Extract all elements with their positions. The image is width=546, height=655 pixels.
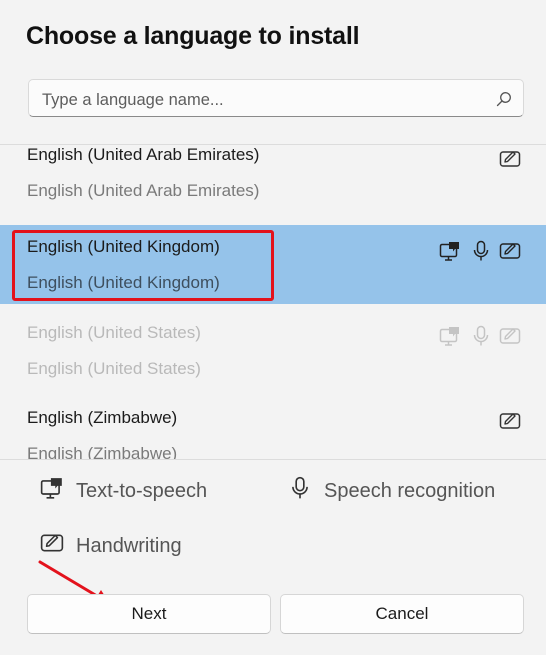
language-list: English (United Arab Emirates) English (… [0,145,546,459]
language-name: English (United States) [27,323,201,342]
legend-speech-recognition: Speech recognition [288,476,495,506]
list-bottom-divider [0,459,546,460]
language-row-us: English (United States) English (United … [0,310,546,392]
language-native-name: English (Zimbabwe) [27,444,178,459]
search-box[interactable] [28,79,524,117]
legend-label: Speech recognition [324,479,496,502]
handwriting-icon [499,410,521,432]
microphone-icon [470,325,492,347]
legend-handwriting: Handwriting [40,531,182,561]
search-input[interactable] [40,88,484,112]
language-native-name: English (United Arab Emirates) [27,181,260,200]
legend-text-to-speech: Text-to-speech [40,476,207,506]
handwriting-icon [40,531,64,561]
language-name: English (United Kingdom) [27,237,220,256]
microphone-icon [470,240,492,262]
legend-label: Handwriting [76,534,182,557]
text-to-speech-icon [439,240,461,262]
legend-label: Text-to-speech [76,479,208,502]
cancel-button[interactable]: Cancel [280,594,524,634]
language-row-uae[interactable]: English (United Arab Emirates) English (… [0,145,546,219]
language-row-uk[interactable]: English (United Kingdom) English (United… [0,225,546,304]
text-to-speech-icon [439,325,461,347]
language-native-name: English (United States) [27,359,201,378]
text-to-speech-icon [40,476,64,506]
next-button[interactable]: Next [27,594,271,634]
language-name: English (United Arab Emirates) [27,145,260,164]
dialog-title: Choose a language to install [26,22,360,50]
language-name: English (Zimbabwe) [27,408,178,427]
handwriting-icon [499,325,521,347]
handwriting-icon [499,240,521,262]
language-native-name: English (United Kingdom) [27,273,220,292]
search-icon[interactable] [496,91,512,112]
language-row-zimbabwe[interactable]: English (Zimbabwe) English (Zimbabwe) [0,395,546,459]
handwriting-icon [499,148,521,170]
microphone-icon [288,476,312,506]
